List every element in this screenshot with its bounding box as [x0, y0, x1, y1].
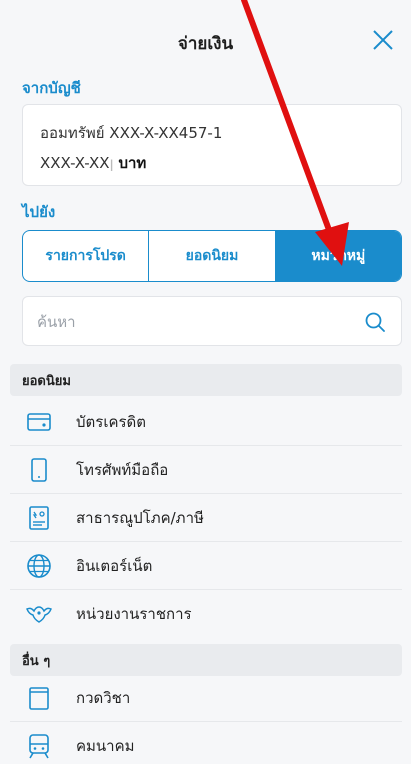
group-header-popular: ยอดนิยม [10, 364, 402, 396]
tab-favorites[interactable]: รายการโปรด [23, 231, 150, 281]
list-item-label: กวดวิชา [76, 688, 131, 707]
tab-categories[interactable]: หมวดหมู่ [275, 231, 401, 281]
list-item-tutoring[interactable]: กวดวิชา [10, 674, 402, 722]
account-number: XXX-X-XX [40, 154, 110, 172]
globe-icon [27, 553, 51, 578]
list-item-utilities[interactable]: สาธารณูปโภค/ภาษี [10, 494, 402, 542]
search-box [22, 296, 402, 346]
list-item-internet[interactable]: อินเตอร์เน็ต [10, 542, 402, 590]
list-item-government[interactable]: หน่วยงานราชการ [10, 590, 402, 638]
list-item-label: สาธารณูปโภค/ภาษี [76, 508, 204, 527]
list-item-label: อินเตอร์เน็ต [76, 556, 153, 575]
tab-popular[interactable]: ยอดนิยม [149, 231, 276, 281]
utility-bill-icon [29, 505, 49, 530]
list-item-credit-card[interactable]: บัตรเครดิต [10, 398, 402, 446]
to-label: ไปยัง [22, 203, 56, 221]
mobile-phone-icon [31, 457, 47, 482]
account-selector[interactable]: ออมทรัพย์ XXX-X-XX457-1 XXX-X-XXꞁ บาท [22, 104, 402, 186]
destination-tabs: รายการโปรด ยอดนิยม หมวดหมู่ [22, 230, 402, 282]
list-item-label: บัตรเครดิต [76, 412, 147, 431]
list-item-label: หน่วยงานราชการ [76, 605, 192, 623]
list-item-transport[interactable]: คมนาคม [10, 722, 402, 764]
credit-card-icon [27, 412, 51, 431]
list-item-label: คมนาคม [76, 737, 135, 755]
from-account-label: จากบัญชี [22, 79, 81, 97]
book-icon [29, 686, 49, 710]
page-title: จ่ายเงิน [177, 34, 234, 54]
search-icon[interactable] [363, 310, 387, 334]
train-icon [29, 734, 49, 759]
list-item-mobile[interactable]: โทรศัพท์มือถือ [10, 446, 402, 494]
account-name: ออมทรัพย์ XXX-X-XX457-1 [40, 124, 223, 142]
search-input[interactable] [37, 310, 357, 334]
close-icon[interactable] [369, 26, 397, 54]
account-balance-line: XXX-X-XXꞁ บาท [40, 154, 147, 172]
header: จ่ายเงิน [0, 0, 411, 80]
currency-label: บาท [118, 154, 147, 172]
garuda-emblem-icon [26, 606, 52, 623]
list-item-label: โทรศัพท์มือถือ [76, 460, 169, 479]
group-header-other: อื่น ๆ [10, 644, 402, 676]
